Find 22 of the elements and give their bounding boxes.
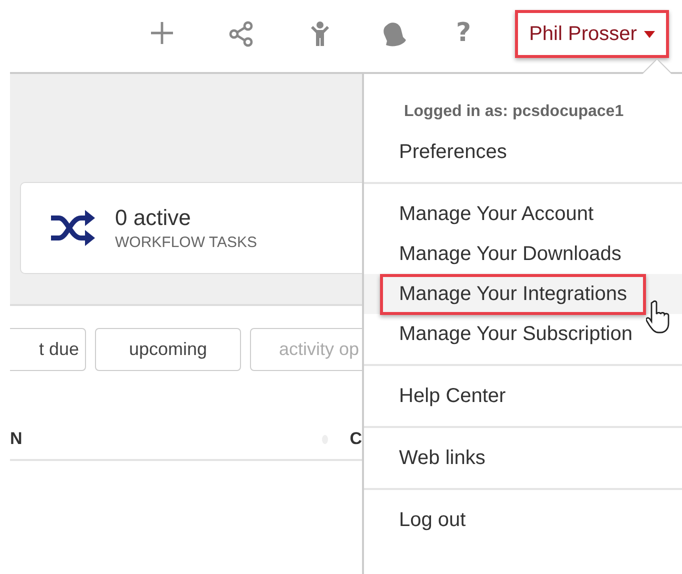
filter-button[interactable]: upcoming [95, 328, 241, 371]
menu-item[interactable]: Manage Your Downloads [380, 234, 640, 274]
caret-icon [644, 30, 655, 38]
menu-item[interactable]: Help Center [380, 376, 525, 416]
summary-card[interactable]: 0 active WORKFLOW TASKS [20, 182, 362, 274]
add-icon[interactable] [150, 21, 174, 45]
menu-item[interactable]: Manage Your Account [380, 194, 613, 234]
menu-item[interactable]: Manage Your Integrations [380, 274, 646, 314]
task-count: 0 active [115, 205, 192, 231]
menu-item[interactable]: Log out [380, 500, 485, 540]
card-caption: WORKFLOW TASKS [115, 234, 257, 251]
menu-item[interactable]: Preferences [380, 132, 526, 172]
shuffle-icon [51, 210, 95, 246]
filter-button[interactable]: t due [10, 328, 86, 371]
column-header[interactable]: N [10, 429, 22, 449]
column-header[interactable]: C [350, 429, 362, 449]
logged-in-label: Logged in as: pcsdocupace1 [404, 103, 624, 121]
share-icon[interactable] [228, 21, 254, 47]
help-icon[interactable]: ? [456, 18, 472, 48]
menu-item[interactable]: Web links [380, 438, 504, 478]
person-icon[interactable] [309, 21, 331, 47]
bell-icon[interactable] [381, 21, 407, 47]
